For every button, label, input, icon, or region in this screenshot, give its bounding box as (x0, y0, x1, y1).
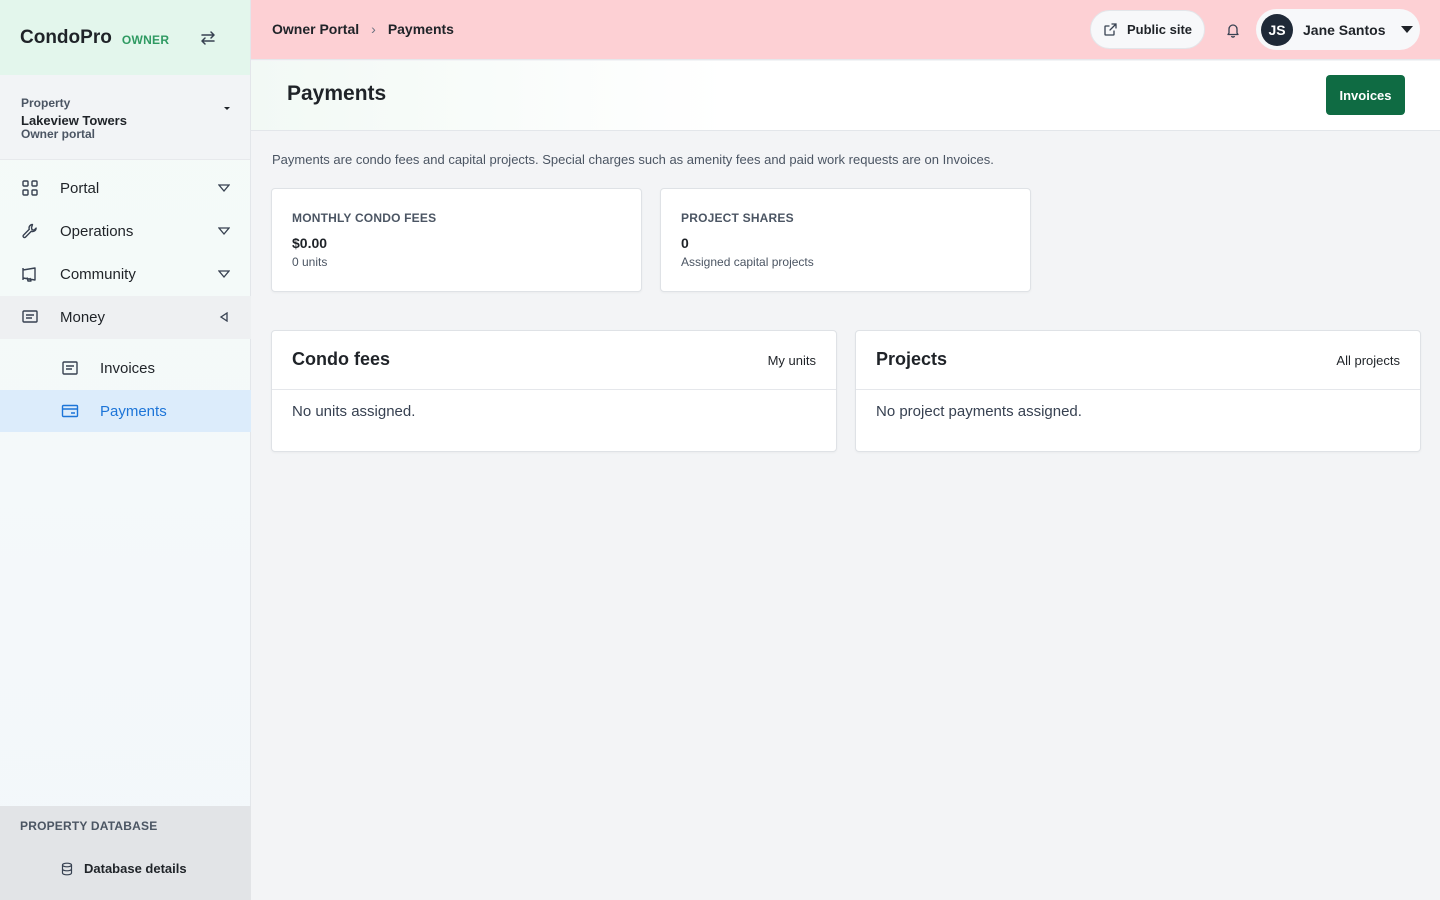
empty-state-text: No units assigned. (292, 403, 416, 420)
brand-header: CondoPro OWNER (0, 0, 250, 75)
page-title: Payments (287, 82, 387, 105)
property-sub: Owner portal (21, 127, 96, 141)
chevron-down-icon (218, 184, 230, 193)
invoices-button[interactable]: Invoices (1326, 75, 1405, 115)
public-site-button[interactable]: Public site (1090, 10, 1205, 49)
stat-value: $0.00 (292, 235, 328, 251)
section-title: PROPERTY DATABASE (20, 819, 158, 833)
database-details-label: Database details (84, 861, 187, 876)
caret-down-icon (224, 107, 230, 110)
property-database-section: PROPERTY DATABASE Database details (0, 806, 251, 900)
sidebar: CondoPro OWNER Property Lakeview Towers … (0, 0, 251, 900)
nav-label: Portal (60, 180, 100, 197)
chevron-down-icon (218, 227, 230, 236)
grid-icon (22, 180, 38, 196)
bell-icon[interactable] (1225, 22, 1241, 38)
breadcrumb: Owner Portal › Payments (272, 21, 454, 37)
page-header: Payments Invoices (251, 61, 1440, 131)
nav-item-operations[interactable]: Operations (0, 210, 251, 253)
stat-sub: 0 units (292, 255, 328, 269)
nav-item-invoices[interactable]: Invoices (0, 347, 251, 389)
brand-name: CondoPro (20, 26, 112, 48)
card-icon (61, 404, 79, 418)
condo-fees-panel: Condo fees My units No units assigned. (271, 330, 837, 452)
swap-icon[interactable] (199, 29, 217, 47)
receipt-icon (22, 310, 38, 323)
panel-title: Condo fees (292, 349, 391, 369)
top-bar: Owner Portal › Payments Public site JS J… (251, 0, 1440, 60)
nav-label: Community (60, 266, 136, 283)
nav-item-payments[interactable]: Payments (0, 390, 251, 432)
megaphone-icon (22, 267, 36, 282)
nav-item-money[interactable]: Money (0, 296, 251, 339)
property-name: Lakeview Towers (21, 113, 127, 128)
nav-label: Money (60, 309, 106, 326)
user-name: Jane Santos (1303, 21, 1386, 38)
stat-sub: Assigned capital projects (681, 255, 814, 269)
nav-label: Payments (100, 402, 167, 420)
panel-header: Condo fees My units (272, 331, 836, 390)
public-site-label: Public site (1127, 22, 1193, 37)
page-description: Payments are condo fees and capital proj… (272, 152, 994, 167)
panel-header: Projects All projects (856, 331, 1420, 390)
property-label: Property (21, 96, 71, 110)
avatar: JS (1261, 13, 1293, 46)
chevron-down-icon (218, 270, 230, 279)
stat-card-project-shares: PROJECT SHARES 0 Assigned capital projec… (660, 188, 1031, 292)
user-menu[interactable]: JS Jane Santos (1256, 9, 1420, 50)
database-details-link[interactable]: Database details (60, 861, 187, 876)
stat-label: MONTHLY CONDO FEES (292, 211, 437, 225)
chevron-left-icon (219, 312, 228, 322)
projects-panel: Projects All projects No project payment… (855, 330, 1421, 452)
stat-card-condo-fees: MONTHLY CONDO FEES $0.00 0 units (271, 188, 642, 292)
all-projects-link[interactable]: All projects (1336, 353, 1400, 368)
empty-state-text: No project payments assigned. (876, 403, 1082, 420)
nav-item-portal[interactable]: Portal (0, 167, 251, 210)
property-selector[interactable]: Property Lakeview Towers Owner portal (0, 75, 250, 160)
external-link-icon (1104, 23, 1117, 36)
chevron-right-icon: › (371, 21, 376, 37)
nav-item-community[interactable]: Community (0, 253, 251, 296)
breadcrumb-owner-portal[interactable]: Owner Portal (272, 21, 359, 37)
nav-label: Invoices (100, 359, 156, 377)
stat-label: PROJECT SHARES (681, 211, 794, 225)
caret-down-icon (1401, 26, 1413, 33)
stat-value: 0 (681, 235, 689, 251)
my-units-link[interactable]: My units (768, 353, 816, 368)
database-icon (61, 862, 73, 875)
wrench-icon (22, 223, 37, 239)
nav-label: Operations (60, 223, 134, 240)
receipt-icon (62, 361, 78, 375)
panel-title: Projects (876, 349, 948, 369)
role-badge: OWNER (121, 32, 170, 47)
breadcrumb-current: Payments (387, 21, 454, 37)
